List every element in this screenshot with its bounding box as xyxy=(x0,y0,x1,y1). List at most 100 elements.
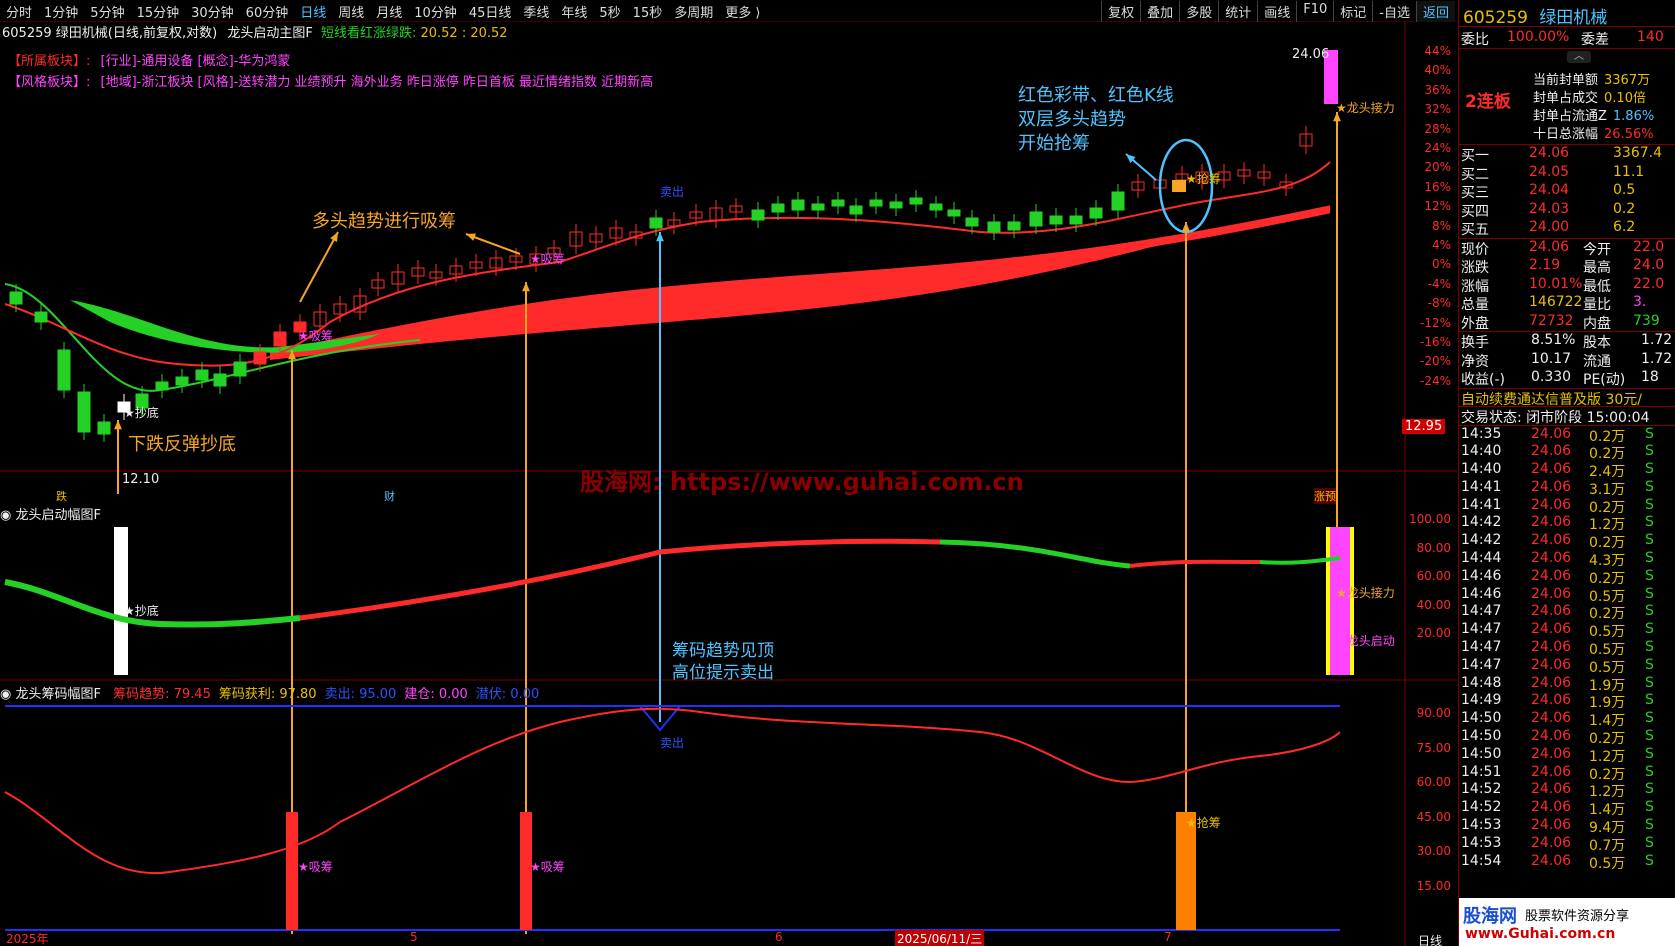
tick-price: 24.06 xyxy=(1531,425,1572,442)
stat-label-2: 最低 xyxy=(1583,278,1611,295)
tick-side: S xyxy=(1645,532,1654,549)
annotation-top-warning: 筹码趋势见顶 高位提示卖出 xyxy=(672,640,774,684)
tick-time: 14:40 xyxy=(1461,461,1502,478)
period-tab[interactable]: 45日线 xyxy=(463,2,518,21)
tool-button[interactable]: 多股 xyxy=(1179,1,1218,22)
period-tab[interactable]: 日线 xyxy=(294,2,332,21)
tool-button[interactable]: 叠加 xyxy=(1140,1,1179,22)
fund-value: 10.17 xyxy=(1531,350,1572,367)
watermark: 股海网: https://www.guhai.com.cn xyxy=(580,468,1024,496)
fund-label: 换手 xyxy=(1461,335,1489,351)
candle-body xyxy=(175,376,189,386)
axis-label: 75.00 xyxy=(1416,740,1451,755)
period-tab[interactable]: 15秒 xyxy=(627,2,669,21)
period-tab[interactable]: 分时 xyxy=(0,2,38,21)
bid-row: 买五 24.00 6.2 xyxy=(1459,219,1675,238)
period-tab[interactable]: 周线 xyxy=(332,2,370,21)
tick-time: 14:41 xyxy=(1461,478,1502,495)
ad-banner[interactable]: 自动续费通达信普及版 30元/ xyxy=(1459,387,1675,408)
tick-list[interactable]: 14:35 24.06 0.2万 S 14:40 24.06 0.2万 S 14:40 24.06… xyxy=(1459,424,1675,872)
tick-row: 14:40 24.06 2.4万 S xyxy=(1459,461,1675,480)
tick-side: S xyxy=(1645,745,1654,762)
tool-button[interactable]: 标记 xyxy=(1333,1,1372,22)
tool-button[interactable]: -自选 xyxy=(1372,1,1416,22)
period-tab[interactable]: 季线 xyxy=(517,2,555,21)
price-high-label: 24.06 xyxy=(1292,47,1330,62)
panel2-chaodi-bar xyxy=(114,527,128,675)
candle-body xyxy=(987,221,1001,233)
period-tab[interactable]: 30分钟 xyxy=(185,2,240,21)
period-tab[interactable]: 1分钟 xyxy=(38,2,84,21)
candle-body xyxy=(9,291,23,305)
bid-volume: 6.2 xyxy=(1613,219,1636,235)
annotation-red-band-line1: 红色彩带、红色K线 xyxy=(1018,85,1174,106)
stat-value: 72732 xyxy=(1529,312,1574,329)
candle-body xyxy=(97,421,111,435)
period-tab[interactable]: 10分钟 xyxy=(408,2,463,21)
tick-side: S xyxy=(1645,763,1654,780)
tool-button[interactable]: F10 xyxy=(1296,1,1333,22)
signal-line-xichou-2-head xyxy=(522,282,530,292)
period-tab[interactable]: 5秒 xyxy=(593,2,626,21)
tick-price: 24.06 xyxy=(1531,461,1572,478)
tick-time: 14:50 xyxy=(1461,710,1502,727)
tick-row: 14:42 24.06 0.2万 S xyxy=(1459,532,1675,551)
annotation-top-warning-line1: 筹码趋势见顶 xyxy=(672,641,774,661)
tick-side: S xyxy=(1645,478,1654,495)
panel3-name[interactable]: 龙头筹码幅图F xyxy=(15,687,100,702)
footer-url: www.Guhai.com.cn xyxy=(1465,926,1616,942)
event-die: 跌 xyxy=(56,490,67,503)
tick-row: 14:41 24.06 0.2万 S xyxy=(1459,497,1675,516)
tick-price: 24.06 xyxy=(1531,728,1572,745)
tick-time: 14:52 xyxy=(1461,781,1502,798)
period-tab[interactable]: 月线 xyxy=(370,2,408,21)
stat-value: 24.06 xyxy=(1529,238,1570,255)
chevron-up-icon[interactable]: ︿ xyxy=(1567,51,1591,63)
kline-chart-area[interactable]: 605259 绿田机械(日线,前复权,对数) 龙头启动主图F 短线看红涨绿跌: … xyxy=(0,22,1457,946)
panel2-circle-icon: ◉ xyxy=(0,508,12,523)
candle-body xyxy=(869,199,883,207)
period-tab[interactable]: 60分钟 xyxy=(240,2,295,21)
tick-time: 14:42 xyxy=(1461,514,1502,531)
tick-time: 14:49 xyxy=(1461,692,1502,709)
period-tab[interactable]: 15分钟 xyxy=(131,2,186,21)
panel3-circle-icon: ◉ xyxy=(0,687,12,702)
tool-button[interactable]: 画线 xyxy=(1257,1,1296,22)
tick-row: 14:50 24.06 1.4万 S xyxy=(1459,710,1675,729)
annotation-red-band-line3: 开始抢筹 xyxy=(1018,133,1090,154)
candle-body xyxy=(253,351,267,365)
tool-button[interactable]: 复权 xyxy=(1101,1,1140,22)
weibi-value: 100.00% xyxy=(1507,29,1570,45)
bid-volume: 11.1 xyxy=(1613,163,1645,180)
tick-side: S xyxy=(1645,461,1654,478)
stat-label: 外盘 xyxy=(1461,315,1489,332)
period-tab[interactable]: 年线 xyxy=(555,2,593,21)
period-tab[interactable]: 5分钟 xyxy=(84,2,130,21)
annotation-red-band-line2: 双层多头趋势 xyxy=(1018,109,1126,130)
candle-body xyxy=(811,203,825,211)
tick-row: 14:53 24.06 0.7万 S xyxy=(1459,835,1675,854)
tick-volume: 0.5万 xyxy=(1589,855,1626,872)
candle-body xyxy=(233,361,247,377)
tool-button[interactable]: 统计 xyxy=(1218,1,1257,22)
tool-button[interactable]: 返回 xyxy=(1415,1,1455,22)
arrow-rebound-head xyxy=(114,420,122,430)
bid-volume: 3367.4 xyxy=(1613,145,1662,161)
tick-price: 24.06 xyxy=(1531,745,1572,762)
seal-value: 3367万 xyxy=(1604,73,1651,88)
tick-price: 24.06 xyxy=(1531,532,1572,549)
date-axis-period: 日线 xyxy=(1418,934,1443,946)
arrow-absorb-2-head xyxy=(466,233,476,241)
signal-label: 短线看红涨绿跌: xyxy=(320,26,417,41)
period-tab[interactable]: 更多 ⟩ xyxy=(719,2,766,21)
axis-label: -24% xyxy=(1419,373,1451,388)
panel2-name[interactable]: 龙头启动幅图F xyxy=(15,508,100,523)
candle-body xyxy=(34,311,48,323)
tick-time: 14:47 xyxy=(1461,639,1502,656)
bid-row: 买二 24.05 11.1 xyxy=(1459,164,1675,183)
axis-label: 12% xyxy=(1424,199,1451,214)
period-tab[interactable]: 多周期 xyxy=(668,2,719,21)
indicator-name[interactable]: 龙头启动主图F xyxy=(227,26,312,41)
quote-header: 605259 绿田机械 xyxy=(1459,0,1675,28)
stat-label-2: 最高 xyxy=(1583,260,1611,276)
